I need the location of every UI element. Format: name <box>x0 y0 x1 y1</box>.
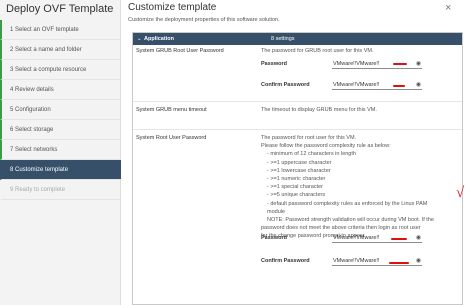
root-password-value: VMware!!VMware!! <box>333 235 380 241</box>
wizard-step-7[interactable]: 7 Select networks <box>0 140 121 160</box>
root-confirm-value: VMware!!VMware!! <box>333 258 380 264</box>
handwritten-check-mark: √ <box>456 185 465 201</box>
prop-name-grub-timeout: System GRUB menu timeout <box>136 107 207 113</box>
redaction-mark <box>393 85 405 87</box>
wizard-step-9: 9 Ready to complete <box>0 180 121 200</box>
eye-icon[interactable]: ◉ <box>414 61 423 68</box>
group-count: 8 settings <box>271 36 295 42</box>
desc-line: NOTE: Password strength validation will … <box>267 217 434 223</box>
grub-confirm-value: VMware!!VMware!! <box>333 82 380 88</box>
wizard-step-5[interactable]: 5 Configuration <box>0 100 121 120</box>
divider <box>133 129 462 130</box>
root-confirm-label: Confirm Password <box>261 258 310 264</box>
wizard-step-1[interactable]: 1 Select an OVF template <box>0 20 121 40</box>
wizard-sidebar: Deploy OVF Template 1 Select an OVF temp… <box>0 0 121 305</box>
divider <box>133 101 462 102</box>
wizard-title: Deploy OVF Template <box>6 3 114 15</box>
redaction-mark <box>391 238 407 240</box>
wizard-steps: 1 Select an OVF template 2 Select a name … <box>0 20 121 200</box>
prop-desc-grub-password: The password for GRUB root user for this… <box>261 48 374 54</box>
grub-password-value: VMware!!VMware!! <box>333 61 380 67</box>
desc-line: - minimum of 12 characters in length <box>267 151 356 158</box>
wizard-step-6[interactable]: 6 Select storage <box>0 120 121 140</box>
redaction-mark <box>389 262 409 264</box>
redaction-mark <box>393 63 407 65</box>
chevron-down-icon[interactable]: ⌄ <box>137 33 142 45</box>
prop-name-root-password: System Root User Password <box>136 135 207 141</box>
desc-line: - >=1 numeric character <box>267 176 326 182</box>
grub-confirm-input[interactable]: VMware!!VMware!! <box>332 81 422 90</box>
close-icon[interactable]: × <box>445 2 451 14</box>
wizard-step-2[interactable]: 2 Select a name and folder <box>0 40 121 60</box>
page-subtitle: Customize the deployment properties of t… <box>128 17 280 23</box>
wizard-step-8[interactable]: 8 Customize template <box>0 160 121 180</box>
desc-line: - >=1 uppercase character <box>267 159 332 166</box>
properties-panel: ⌄ Application 8 settings System GRUB Roo… <box>132 32 463 305</box>
desc-line: The password for root user for this VM. <box>261 135 357 141</box>
eye-icon[interactable]: ◉ <box>414 82 423 89</box>
desc-line: module <box>267 208 286 215</box>
wizard-step-4[interactable]: 4 Review details <box>0 80 121 100</box>
root-password-label: Password <box>261 235 287 241</box>
root-password-input[interactable]: VMware!!VMware!! <box>332 234 422 243</box>
prop-name-grub-password: System GRUB Root User Password <box>136 48 224 54</box>
eye-icon[interactable]: ◉ <box>414 235 423 242</box>
desc-line: - default password complexity rules as e… <box>267 200 428 207</box>
desc-line: - >=1 special character <box>267 184 323 191</box>
prop-desc-grub-timeout: The timeout to display GRUB menu for thi… <box>261 107 377 113</box>
desc-line: - >=1 lowercase character <box>267 167 331 174</box>
grub-password-label: Password <box>261 61 287 67</box>
desc-line: Please follow the password complexity ru… <box>261 143 391 150</box>
desc-line: password does not meet the above criteri… <box>261 225 421 232</box>
grub-confirm-label: Confirm Password <box>261 82 310 88</box>
eye-icon[interactable]: ◉ <box>414 258 423 265</box>
grub-password-input[interactable]: VMware!!VMware!! <box>332 60 422 69</box>
wizard-step-3[interactable]: 3 Select a compute resource <box>0 60 121 80</box>
main-panel: Customize template × Customize the deplo… <box>121 0 474 305</box>
page-title: Customize template <box>128 2 217 13</box>
group-name: Application <box>144 36 174 42</box>
group-header-application[interactable]: ⌄ Application 8 settings <box>133 33 462 45</box>
desc-line: - >=5 unique characters <box>267 192 326 199</box>
